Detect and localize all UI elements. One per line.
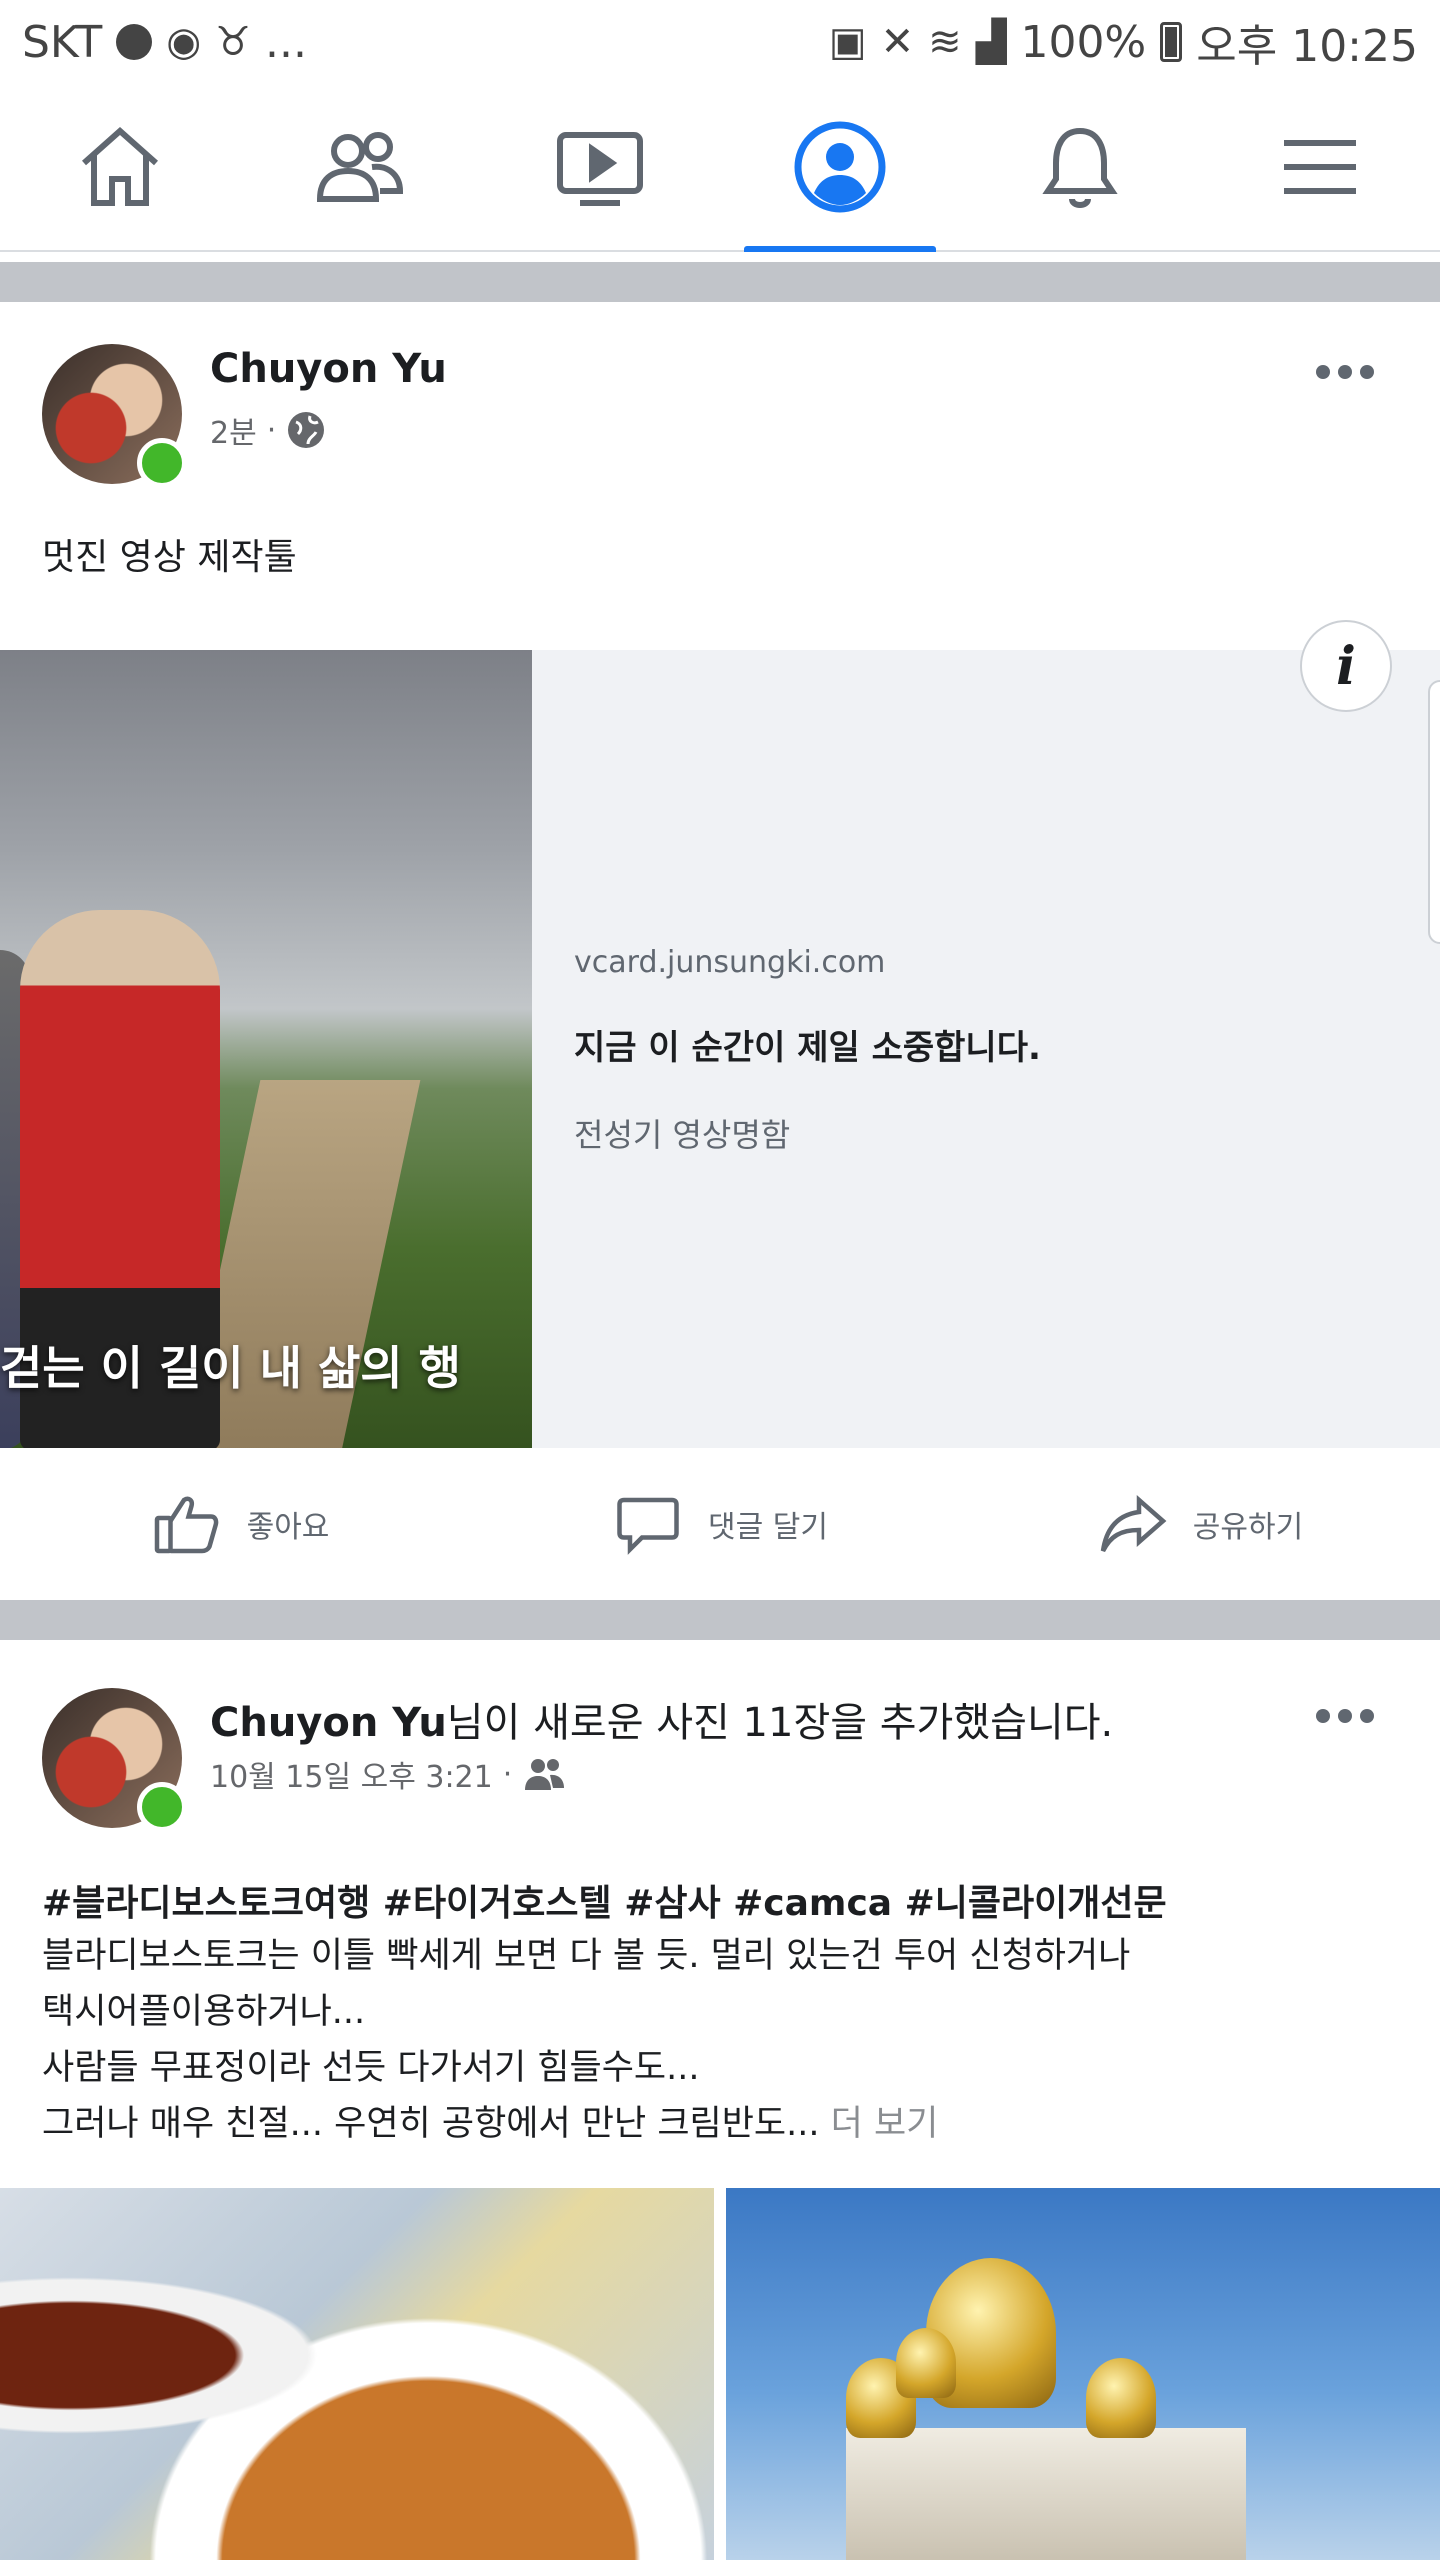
online-status-dot (137, 438, 187, 488)
dot-icon (1316, 365, 1330, 379)
post-hashtags[interactable]: #블라디보스토크여행 #타이거호스텔 #삼사 #camca #니콜라이개선문 (42, 1874, 1167, 1926)
post-time[interactable]: 2분 (210, 408, 257, 452)
link-title[interactable]: 지금 이 순간이 제일 소중합니다. (574, 1020, 1041, 1069)
like-label: 좋아요 (246, 1510, 330, 1545)
share-label: 공유하기 (1192, 1510, 1304, 1545)
post-author-name[interactable]: Chuyon Yu (210, 346, 447, 392)
nav-notifications[interactable] (960, 84, 1200, 250)
scroll-handle (1428, 680, 1440, 944)
dome-shape (896, 2328, 956, 2398)
dot-icon (1338, 1709, 1352, 1723)
clock: 오후 10:25 (1196, 21, 1418, 72)
share-button[interactable]: 공유하기 (960, 1448, 1440, 1600)
online-status-dot (137, 1782, 187, 1832)
link-domain: vcard.junsungki.com (574, 945, 886, 980)
post-options-button[interactable] (1316, 362, 1380, 382)
post-text-line: 택시어플이용하거나... (42, 1992, 366, 2032)
notification-dot-icon (116, 24, 153, 60)
post-meta: 2분 · (210, 408, 326, 452)
post-text-line: 블라디보스토크는 이틀 빡세게 보면 다 볼 듯. 멀리 있는건 투어 신청하거… (42, 1936, 1131, 1976)
share-icon (1100, 1495, 1167, 1553)
video-icon (557, 132, 643, 206)
more-notifications-label: ... (265, 16, 307, 68)
status-bar: SKT ◉ ♉ ... ▣ ✕ ≋ ▟ 100% 오후 10:25 (0, 0, 1440, 84)
nav-menu[interactable] (1200, 84, 1440, 250)
post-actions: 좋아요 댓글 달기 공유하기 (0, 1448, 1440, 1600)
church-building-shape (846, 2428, 1246, 2560)
link-description: 전성기 영상명함 (574, 1116, 791, 1154)
post-author-name[interactable]: Chuyon Yu (210, 1700, 447, 1746)
dot-icon (1338, 365, 1352, 379)
feed-divider (0, 1600, 1440, 1640)
post-text-line: 사람들 무표정이라 선듯 다가서기 힘들수도... (42, 2048, 700, 2088)
bell-icon (1042, 127, 1118, 208)
dot-icon (1316, 1709, 1330, 1723)
comment-label: 댓글 달기 (708, 1510, 828, 1545)
post-text-line: 그러나 매우 친절... 우연히 공항에서 만난 크림반도... 더 보기 (42, 2096, 1130, 2152)
friends-icon (316, 132, 404, 202)
carrier-label: SKT (22, 16, 103, 68)
signal-icon: ▟ (975, 19, 1007, 65)
post-headline: Chuyon Yu님이 새로운 사진 11장을 추가했습니다. (210, 1690, 1113, 1748)
comment-icon (617, 1497, 679, 1555)
post-options-button[interactable] (1316, 1706, 1380, 1726)
feed-divider (0, 262, 1440, 302)
comment-button[interactable]: 댓글 달기 (480, 1448, 960, 1600)
home-icon (82, 126, 158, 206)
nav-watch[interactable] (480, 84, 720, 250)
post-meta: 10월 15일 오후 3:21 · (210, 1752, 566, 1796)
thumbs-up-icon (154, 1496, 218, 1554)
photo-thumbnail[interactable] (0, 2188, 714, 2560)
dome-shape (1086, 2358, 1156, 2438)
post-headline-suffix: 님이 새로운 사진 11장을 추가했습니다. (446, 1700, 1114, 1746)
meta-separator: · (502, 1756, 513, 1792)
nav-friends[interactable] (240, 84, 480, 250)
top-nav (0, 84, 1440, 252)
image-caption: 걷는 이 길이 내 삶의 행 (0, 1341, 461, 1395)
wifi-icon: ≋ (928, 19, 962, 65)
dot-icon (1360, 1709, 1374, 1723)
battery-saver-icon: ▣ (828, 19, 867, 65)
like-button[interactable]: 좋아요 (0, 1448, 480, 1600)
nav-profile[interactable] (720, 84, 960, 252)
hamburger-menu-icon (1284, 140, 1356, 194)
status-left: SKT ◉ ♉ ... (22, 17, 307, 68)
post-text: 블라디보스토크는 이틀 빡세게 보면 다 볼 듯. 멀리 있는건 투어 신청하거… (42, 1928, 1130, 2152)
link-preview-image[interactable]: 걷는 이 길이 내 삶의 행 (0, 650, 532, 1448)
globe-icon (288, 412, 325, 448)
status-right: ▣ ✕ ≋ ▟ 100% 오후 10:25 (829, 10, 1418, 74)
app-notification-icon: ◉ (166, 19, 202, 65)
battery-percent: 100% (1020, 16, 1147, 68)
post-text-line-content: 그러나 매우 친절... 우연히 공항에서 만난 크림반도... (42, 2104, 820, 2144)
mute-icon: ✕ (880, 19, 915, 65)
post-text: 멋진 영상 제작툴 (42, 537, 297, 578)
photo-thumbnail[interactable] (726, 2188, 1440, 2560)
friends-icon (525, 1759, 565, 1790)
meta-separator: · (266, 412, 277, 448)
post-time[interactable]: 10월 15일 오후 3:21 (210, 1752, 493, 1796)
dot-icon (1360, 365, 1374, 379)
cow-notification-icon: ♉ (215, 19, 252, 65)
profile-icon (794, 121, 886, 213)
battery-icon (1160, 22, 1183, 62)
nav-home[interactable] (0, 84, 240, 250)
see-more-link[interactable]: 더 보기 (831, 2104, 939, 2144)
info-button[interactable]: i (1300, 620, 1392, 712)
